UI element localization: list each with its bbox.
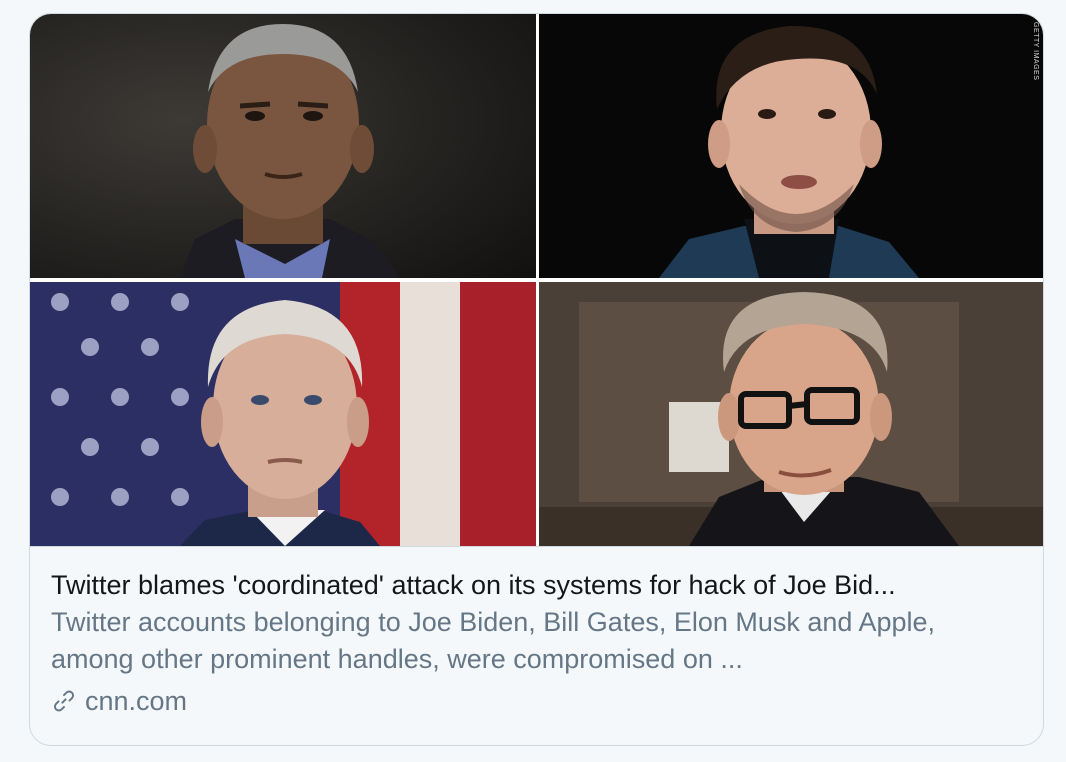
link-icon [53, 690, 75, 712]
link-preview-card[interactable]: GETTY IMAGES Twitter blames 'coordinated… [29, 13, 1044, 746]
card-domain: cnn.com [85, 686, 188, 716]
card-description: Twitter accounts belonging to Joe Biden,… [51, 607, 936, 674]
card-domain-row[interactable]: cnn.com [51, 681, 1025, 721]
photo-bottom-left[interactable] [30, 282, 536, 546]
card-text-area[interactable]: Twitter blames 'coordinated' attack on i… [51, 562, 1025, 721]
photo-top-left-image [30, 14, 536, 278]
card-media-grid[interactable]: GETTY IMAGES [30, 14, 1043, 546]
photo-top-right[interactable]: GETTY IMAGES [539, 14, 1043, 278]
card-divider [30, 546, 1043, 547]
photo-top-left[interactable] [30, 14, 536, 278]
photo-bottom-right-image [539, 282, 1043, 546]
photo-bottom-right[interactable] [539, 282, 1043, 546]
photo-credit: GETTY IMAGES [1032, 22, 1039, 81]
photo-top-right-image [539, 14, 1043, 278]
photo-bottom-left-image [30, 282, 536, 546]
card-headline[interactable]: Twitter blames 'coordinated' attack on i… [51, 562, 1025, 608]
